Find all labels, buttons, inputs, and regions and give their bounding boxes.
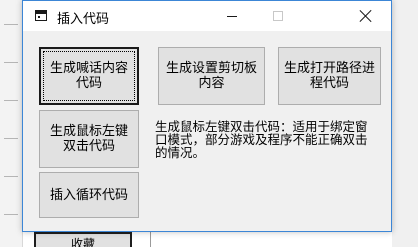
button-label: 生成设置剪切板内容 xyxy=(165,61,257,91)
background-left-panel xyxy=(0,0,23,247)
close-icon xyxy=(360,10,372,22)
background-favorite-button[interactable]: 收藏 xyxy=(34,232,132,247)
background-divider xyxy=(150,232,151,247)
minimize-icon xyxy=(227,15,237,17)
button-label: 生成打开路径进程代码 xyxy=(283,61,375,91)
background-divider xyxy=(4,24,18,25)
generate-open-path-code-button[interactable]: 生成打开路径进程代码 xyxy=(278,47,381,105)
button-label: 生成鼠标左键双击代码 xyxy=(49,124,128,154)
title-bar[interactable]: 插入代码 xyxy=(23,1,391,31)
minimize-button[interactable] xyxy=(209,1,255,31)
button-label: 插入循环代码 xyxy=(49,187,128,203)
insert-code-dialog: 插入代码 生成喊话内容代码 生成设置剪切板内容 生成打开路径进程代码 生成鼠标左… xyxy=(22,0,392,232)
background-divider xyxy=(4,176,18,177)
maximize-icon xyxy=(273,11,283,21)
window-title: 插入代码 xyxy=(57,12,110,27)
background-divider xyxy=(4,100,18,101)
background-right-panel xyxy=(392,0,418,247)
double-click-description: 生成鼠标左键双击代码：适用于绑定窗口模式，部分游戏及程序不能正确双击的情况。 xyxy=(155,119,368,160)
app-window-icon[interactable] xyxy=(35,10,47,21)
insert-loop-code-button[interactable]: 插入循环代码 xyxy=(39,172,139,218)
generate-clipboard-code-button[interactable]: 生成设置剪切板内容 xyxy=(158,47,265,105)
button-label: 生成喊话内容代码 xyxy=(49,61,128,91)
background-divider xyxy=(4,214,18,215)
generate-double-click-code-button[interactable]: 生成鼠标左键双击代码 xyxy=(39,110,139,168)
background-divider xyxy=(4,62,18,63)
maximize-button xyxy=(255,1,301,31)
background-divider xyxy=(4,138,18,139)
close-button[interactable] xyxy=(341,1,391,31)
generate-shout-code-button[interactable]: 生成喊话内容代码 xyxy=(39,47,139,105)
